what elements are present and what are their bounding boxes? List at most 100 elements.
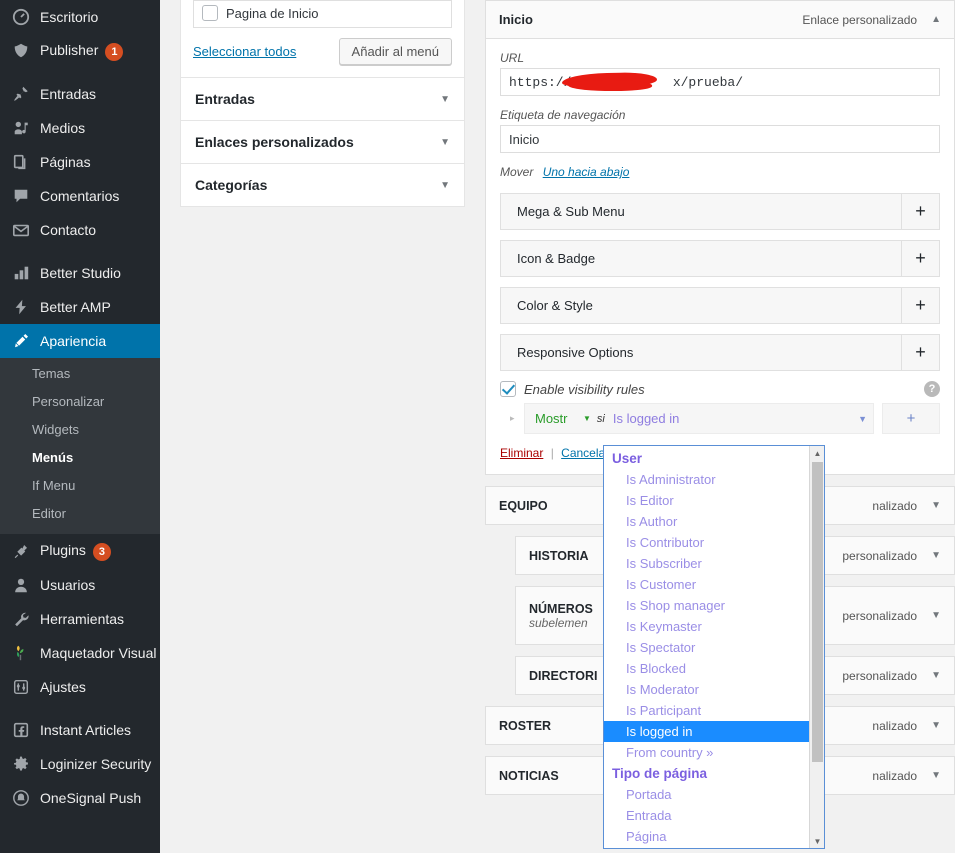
sidebar-item-apariencia[interactable]: Apariencia bbox=[0, 324, 160, 358]
sidebar-item-comentarios[interactable]: Comentarios bbox=[0, 179, 160, 213]
delete-link[interactable]: Eliminar bbox=[500, 446, 543, 460]
chevron-up-icon[interactable]: ▲ bbox=[931, 14, 941, 25]
sidebar-item-medios[interactable]: Medios bbox=[0, 111, 160, 145]
chevron-down-icon[interactable]: ▼ bbox=[931, 500, 941, 511]
chevron-down-icon[interactable]: ▼ bbox=[931, 610, 941, 621]
accordion-entradas[interactable]: Entradas ▼ bbox=[180, 78, 465, 121]
help-icon[interactable]: ? bbox=[924, 381, 940, 397]
pages-checkbox-list[interactable]: Pagina de Inicio bbox=[193, 0, 452, 28]
sidebar-item-contacto[interactable]: Contacto bbox=[0, 213, 160, 247]
menu-item-header-inicio[interactable]: Inicio Enlace personalizado ▲ bbox=[485, 0, 955, 39]
submenu-item-men-s[interactable]: Menús bbox=[0, 444, 160, 472]
sidebar-item-onesignal-push[interactable]: OneSignal Push bbox=[0, 781, 160, 815]
dropdown-group-tipo-de-p-gina: Tipo de página bbox=[612, 766, 708, 781]
sidebar-item-maquetador-visual[interactable]: Maquetador Visual bbox=[0, 636, 160, 670]
comments-icon bbox=[11, 186, 31, 206]
panel-icon-badge[interactable]: Icon & Badge + bbox=[500, 240, 940, 277]
dropdown-option-is-administrator[interactable]: Is Administrator bbox=[604, 469, 809, 490]
sidebar-item-escritorio[interactable]: Escritorio bbox=[0, 0, 160, 34]
menu-separator bbox=[0, 68, 160, 77]
menu-row-title: ROSTER bbox=[499, 718, 552, 733]
sidebar-item-plugins[interactable]: Plugins 3 bbox=[0, 534, 160, 568]
panel-color-style[interactable]: Color & Style + bbox=[500, 287, 940, 324]
menu-row-title: NÚMEROS bbox=[529, 601, 593, 616]
chevron-down-icon[interactable]: ▼ bbox=[440, 137, 450, 148]
submenu-item-personalizar[interactable]: Personalizar bbox=[0, 388, 160, 416]
appearance-submenu[interactable]: Temas Personalizar Widgets Menús If Menu Edit… bbox=[0, 358, 160, 534]
dropdown-option-portada[interactable]: Portada bbox=[604, 784, 809, 805]
sidebar-item-label: Apariencia bbox=[40, 333, 107, 349]
sidebar-item-entradas[interactable]: Entradas bbox=[0, 77, 160, 111]
chevron-down-icon[interactable]: ▼ bbox=[440, 180, 450, 191]
checkbox-pagina-de-inicio[interactable] bbox=[202, 5, 218, 21]
submenu-item-editor[interactable]: Editor bbox=[0, 500, 160, 528]
select-all-link[interactable]: Seleccionar todos bbox=[193, 44, 296, 59]
chevron-down-icon[interactable]: ▼ bbox=[931, 670, 941, 681]
menu-separator bbox=[0, 247, 160, 256]
sidebar-item-better-amp[interactable]: Better AMP bbox=[0, 290, 160, 324]
dropdown-option-is-blocked[interactable]: Is Blocked bbox=[604, 658, 809, 679]
expand-plus-icon[interactable]: + bbox=[901, 194, 939, 229]
sidebar-item-ajustes[interactable]: Ajustes bbox=[0, 670, 160, 704]
dropdown-option-is-spectator[interactable]: Is Spectator bbox=[604, 637, 809, 658]
expand-plus-icon[interactable]: + bbox=[901, 335, 939, 370]
submenu-item-temas[interactable]: Temas bbox=[0, 360, 160, 388]
sidebar-item-label: Herramientas bbox=[40, 611, 125, 627]
dropdown-scrollbar[interactable]: ▲ ▼ bbox=[809, 446, 824, 848]
expand-plus-icon[interactable]: + bbox=[901, 288, 939, 323]
dropdown-option-entrada[interactable]: Entrada bbox=[604, 805, 809, 826]
sidebar-item-instant-articles[interactable]: Instant Articles bbox=[0, 713, 160, 747]
dropdown-options[interactable]: User Is Administrator Is Editor Is Author Is… bbox=[604, 446, 809, 848]
dropdown-option-is-keymaster[interactable]: Is Keymaster bbox=[604, 616, 809, 637]
condition-dropdown-list[interactable]: User Is Administrator Is Editor Is Author Is… bbox=[603, 445, 825, 849]
cancel-link[interactable]: Cancela bbox=[561, 446, 605, 460]
dropdown-option-is-editor[interactable]: Is Editor bbox=[604, 490, 809, 511]
enable-visibility-rules-row[interactable]: Enable visibility rules ? bbox=[500, 381, 940, 397]
dropdown-option-from-country-[interactable]: From country » bbox=[604, 742, 809, 763]
pages-metabox: Pagina de Inicio Seleccionar todos Añadi… bbox=[180, 0, 465, 78]
scroll-down-arrow-icon[interactable]: ▼ bbox=[810, 834, 824, 848]
scrollbar-thumb[interactable] bbox=[812, 462, 823, 762]
chevron-down-icon[interactable]: ▼ bbox=[931, 550, 941, 561]
add-rule-button[interactable]: + bbox=[882, 403, 940, 434]
condition-select[interactable]: Is logged in ▼ bbox=[613, 411, 867, 426]
dropdown-option-is-shop-manager[interactable]: Is Shop manager bbox=[604, 595, 809, 616]
sidebar-item-publisher[interactable]: Publisher 1 bbox=[0, 34, 160, 68]
panel-mega-sub-menu[interactable]: Mega & Sub Menu + bbox=[500, 193, 940, 230]
sidebar-item-label: Publisher 1 bbox=[40, 42, 160, 61]
submenu-item-widgets[interactable]: Widgets bbox=[0, 416, 160, 444]
chevron-down-icon[interactable]: ▼ bbox=[931, 720, 941, 731]
accordion-enlaces-personalizados[interactable]: Enlaces personalizados ▼ bbox=[180, 121, 465, 164]
dropdown-option-p-gina[interactable]: Página bbox=[604, 826, 809, 847]
dropdown-option-is-moderator[interactable]: Is Moderator bbox=[604, 679, 809, 700]
move-down-link[interactable]: Uno hacia abajo bbox=[543, 165, 630, 179]
nav-label-input[interactable] bbox=[500, 125, 940, 153]
chevron-down-icon[interactable]: ▼ bbox=[440, 94, 450, 105]
panel-title: Icon & Badge bbox=[517, 251, 596, 266]
dropdown-option-is-customer[interactable]: Is Customer bbox=[604, 574, 809, 595]
submenu-item-if-menu[interactable]: If Menu bbox=[0, 472, 160, 500]
show-hide-select[interactable]: Mostr bbox=[535, 411, 579, 426]
chevron-down-icon[interactable]: ▼ bbox=[583, 414, 591, 423]
sidebar-item-herramientas[interactable]: Herramientas bbox=[0, 602, 160, 636]
settings-icon bbox=[11, 677, 31, 697]
dropdown-option-is-subscriber[interactable]: Is Subscriber bbox=[604, 553, 809, 574]
expand-plus-icon[interactable]: + bbox=[901, 241, 939, 276]
sidebar-item-label: Plugins 3 bbox=[40, 542, 160, 561]
accordion-categor-as[interactable]: Categorías ▼ bbox=[180, 164, 465, 207]
dropdown-option-is-participant[interactable]: Is Participant bbox=[604, 700, 809, 721]
scroll-up-arrow-icon[interactable]: ▲ bbox=[810, 446, 824, 460]
sidebar-item-better-studio[interactable]: Better Studio bbox=[0, 256, 160, 290]
sidebar-item-usuarios[interactable]: Usuarios bbox=[0, 568, 160, 602]
dropdown-option-is-contributor[interactable]: Is Contributor bbox=[604, 532, 809, 553]
dropdown-option-is-logged-in[interactable]: Is logged in bbox=[604, 721, 809, 742]
list-item[interactable]: Pagina de Inicio bbox=[202, 1, 443, 21]
panel-responsive-options[interactable]: Responsive Options + bbox=[500, 334, 940, 371]
checkbox-enable-visibility[interactable] bbox=[500, 381, 516, 397]
add-to-menu-button[interactable]: Añadir al menú bbox=[338, 38, 452, 65]
sidebar-item-loginizer-security[interactable]: Loginizer Security bbox=[0, 747, 160, 781]
chevron-down-icon[interactable]: ▼ bbox=[931, 770, 941, 781]
sidebar-item-p-ginas[interactable]: Páginas bbox=[0, 145, 160, 179]
dropdown-option-is-author[interactable]: Is Author bbox=[604, 511, 809, 532]
admin-sidebar[interactable]: Escritorio Publisher 1 Entradas Medios Página… bbox=[0, 0, 160, 853]
